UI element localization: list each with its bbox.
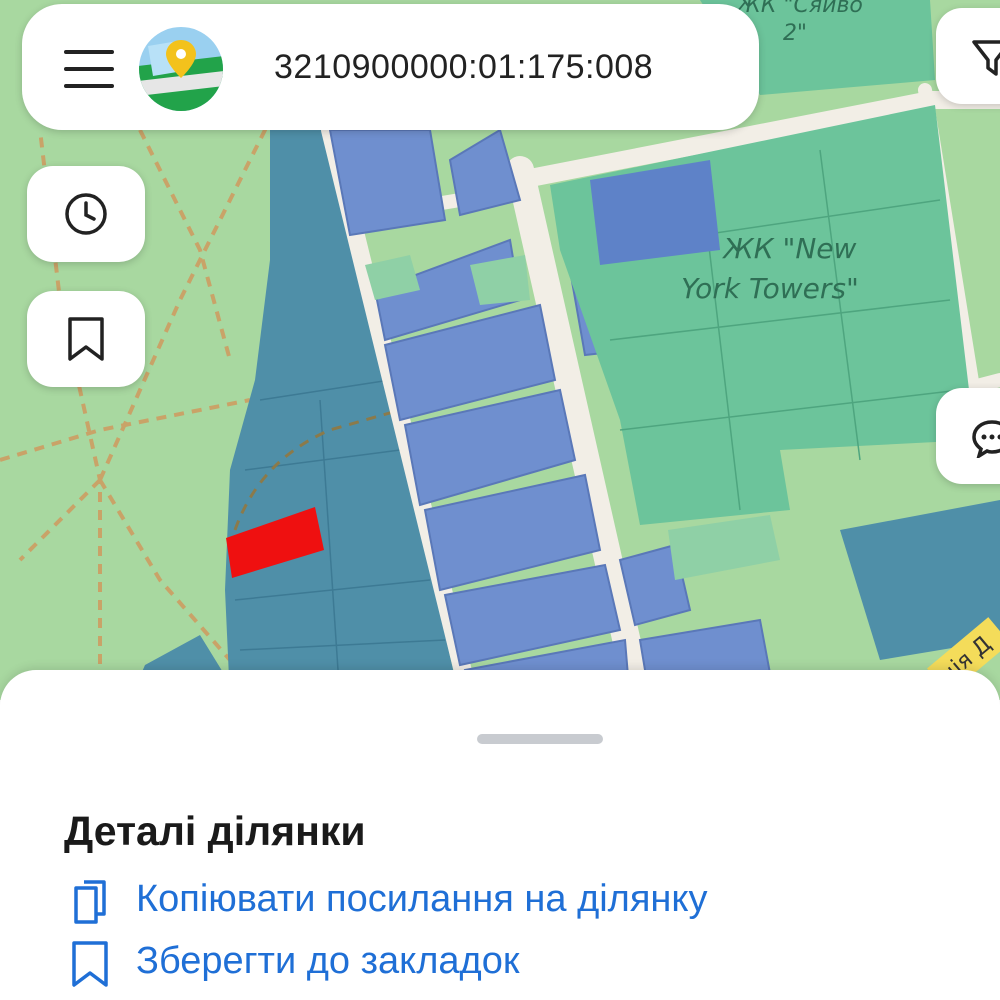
complex-top-label: ЖК "Сяйво: [735, 0, 863, 18]
cadastral-number[interactable]: 3210900000:01:175:008: [274, 48, 653, 87]
complex-label-line2: York Towers": [681, 272, 859, 305]
bookmarks-button[interactable]: [27, 291, 145, 387]
app-logo: [139, 27, 223, 111]
sheet-title: Деталі ділянки: [64, 808, 366, 854]
copy-icon: [74, 880, 106, 924]
save-bookmark-action[interactable]: Зберегти до закладок: [64, 936, 624, 992]
parcel-details-sheet: Деталі ділянки Копіювати посилання на ді…: [0, 670, 1000, 1000]
filter-icon: [972, 40, 1000, 76]
complex-top-label-2: 2": [783, 21, 807, 46]
chat-button[interactable]: [936, 388, 1000, 484]
history-button[interactable]: [27, 166, 145, 262]
copy-link-action[interactable]: Копіювати посилання на ділянку: [64, 874, 824, 930]
sheet-drag-handle[interactable]: [477, 734, 603, 744]
save-bookmark-label: Зберегти до закладок: [136, 940, 520, 982]
bookmark-icon: [68, 317, 104, 361]
chat-icon: [972, 420, 1000, 458]
complex-label-line1: ЖК "New: [722, 232, 857, 265]
bookmark-icon: [72, 941, 108, 987]
filter-button[interactable]: [936, 8, 1000, 104]
search-bar[interactable]: 3210900000:01:175:008: [22, 4, 759, 130]
clock-icon: [65, 193, 107, 235]
copy-link-label: Копіювати посилання на ділянку: [136, 878, 708, 920]
